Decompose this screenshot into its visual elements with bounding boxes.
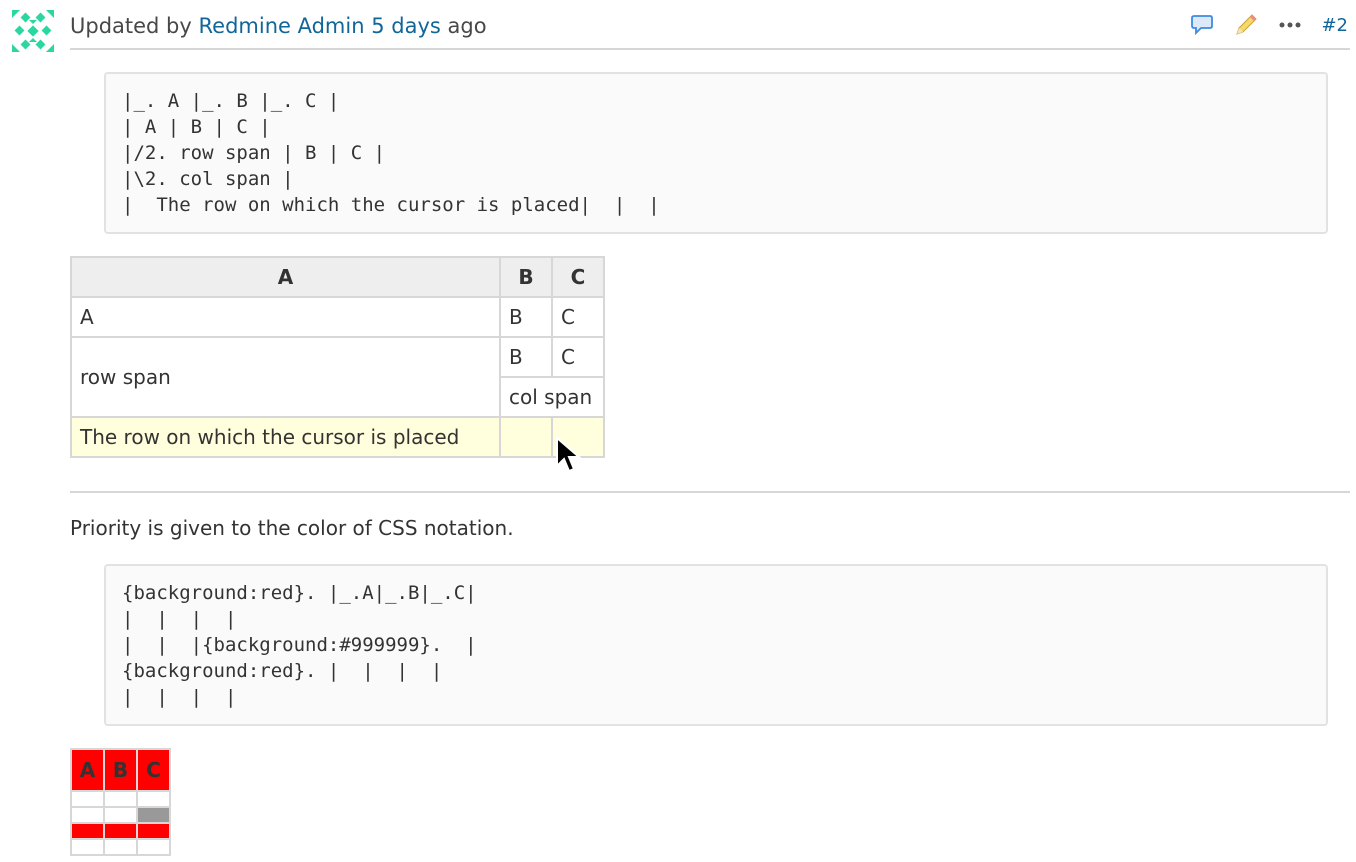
table-cell: B <box>499 336 553 378</box>
pencil-icon[interactable] <box>1233 12 1259 38</box>
table-header-cell: A <box>70 748 105 792</box>
table-cell <box>136 822 171 840</box>
code-block-table-markup: |_. A |_. B |_. C | | A | B | C | |/2. r… <box>104 72 1328 234</box>
header-divider <box>70 48 1350 50</box>
table-cell <box>103 838 138 856</box>
table-cell: B <box>499 296 553 338</box>
speech-bubble-icon[interactable] <box>1189 12 1215 38</box>
table-header-row: A B C <box>70 256 605 298</box>
table-header-cell: C <box>551 256 605 298</box>
table-row <box>70 838 171 856</box>
table-cell: C <box>551 296 605 338</box>
table-cell <box>136 790 171 808</box>
user-avatar[interactable] <box>12 10 54 52</box>
table-row: A B C <box>70 296 605 338</box>
table-cell <box>551 416 605 458</box>
table-cell: A <box>70 296 501 338</box>
table-header-cell: B <box>499 256 553 298</box>
table-row: row span B C <box>70 336 605 418</box>
priority-note: Priority is given to the color of CSS no… <box>70 516 514 540</box>
table-cell <box>70 806 105 824</box>
code-block-css-markup: {background:red}. |_.A|_.B|_.C| | | | | … <box>104 564 1328 726</box>
table-cell <box>103 806 138 824</box>
table-cell: C <box>551 336 605 378</box>
ellipsis-icon[interactable] <box>1277 12 1303 38</box>
gray-table-cell <box>136 806 171 824</box>
hovered-table-row: The row on which the cursor is placed <box>70 416 605 458</box>
table-cell <box>499 416 553 458</box>
table-cell: The row on which the cursor is placed <box>70 416 501 458</box>
table-cell <box>70 838 105 856</box>
row-span-cell: row span <box>70 336 501 418</box>
table-header-cell: A <box>70 256 501 298</box>
red-table-row <box>70 822 171 840</box>
table-cell <box>136 838 171 856</box>
section-divider <box>70 491 1350 493</box>
table-header-cell: B <box>103 748 138 792</box>
journal-author-line: Updated by Redmine Admin 5 days ago <box>70 14 487 38</box>
table-cell <box>103 822 138 840</box>
author-link[interactable]: Redmine Admin <box>199 14 365 38</box>
rendered-table: A B C A B C row span B C col span The ro… <box>70 256 605 458</box>
table-header-cell: C <box>136 748 171 792</box>
journal-header: Updated by Redmine Admin 5 days ago #2 <box>0 0 1356 54</box>
table-header-row: A B C <box>70 748 171 792</box>
note-number-link[interactable]: #2 <box>1321 15 1348 36</box>
colored-table: A B C <box>70 748 171 856</box>
updated-by-label: Updated by <box>70 14 192 38</box>
ago-label: ago <box>447 14 487 38</box>
table-row <box>70 790 171 808</box>
col-span-cell: col span <box>499 376 605 418</box>
time-ago-link[interactable]: 5 days <box>371 14 441 38</box>
journal-actions: #2 <box>1189 10 1348 40</box>
table-cell <box>70 790 105 808</box>
table-cell <box>103 790 138 808</box>
table-cell <box>70 822 105 840</box>
table-row <box>70 806 171 824</box>
